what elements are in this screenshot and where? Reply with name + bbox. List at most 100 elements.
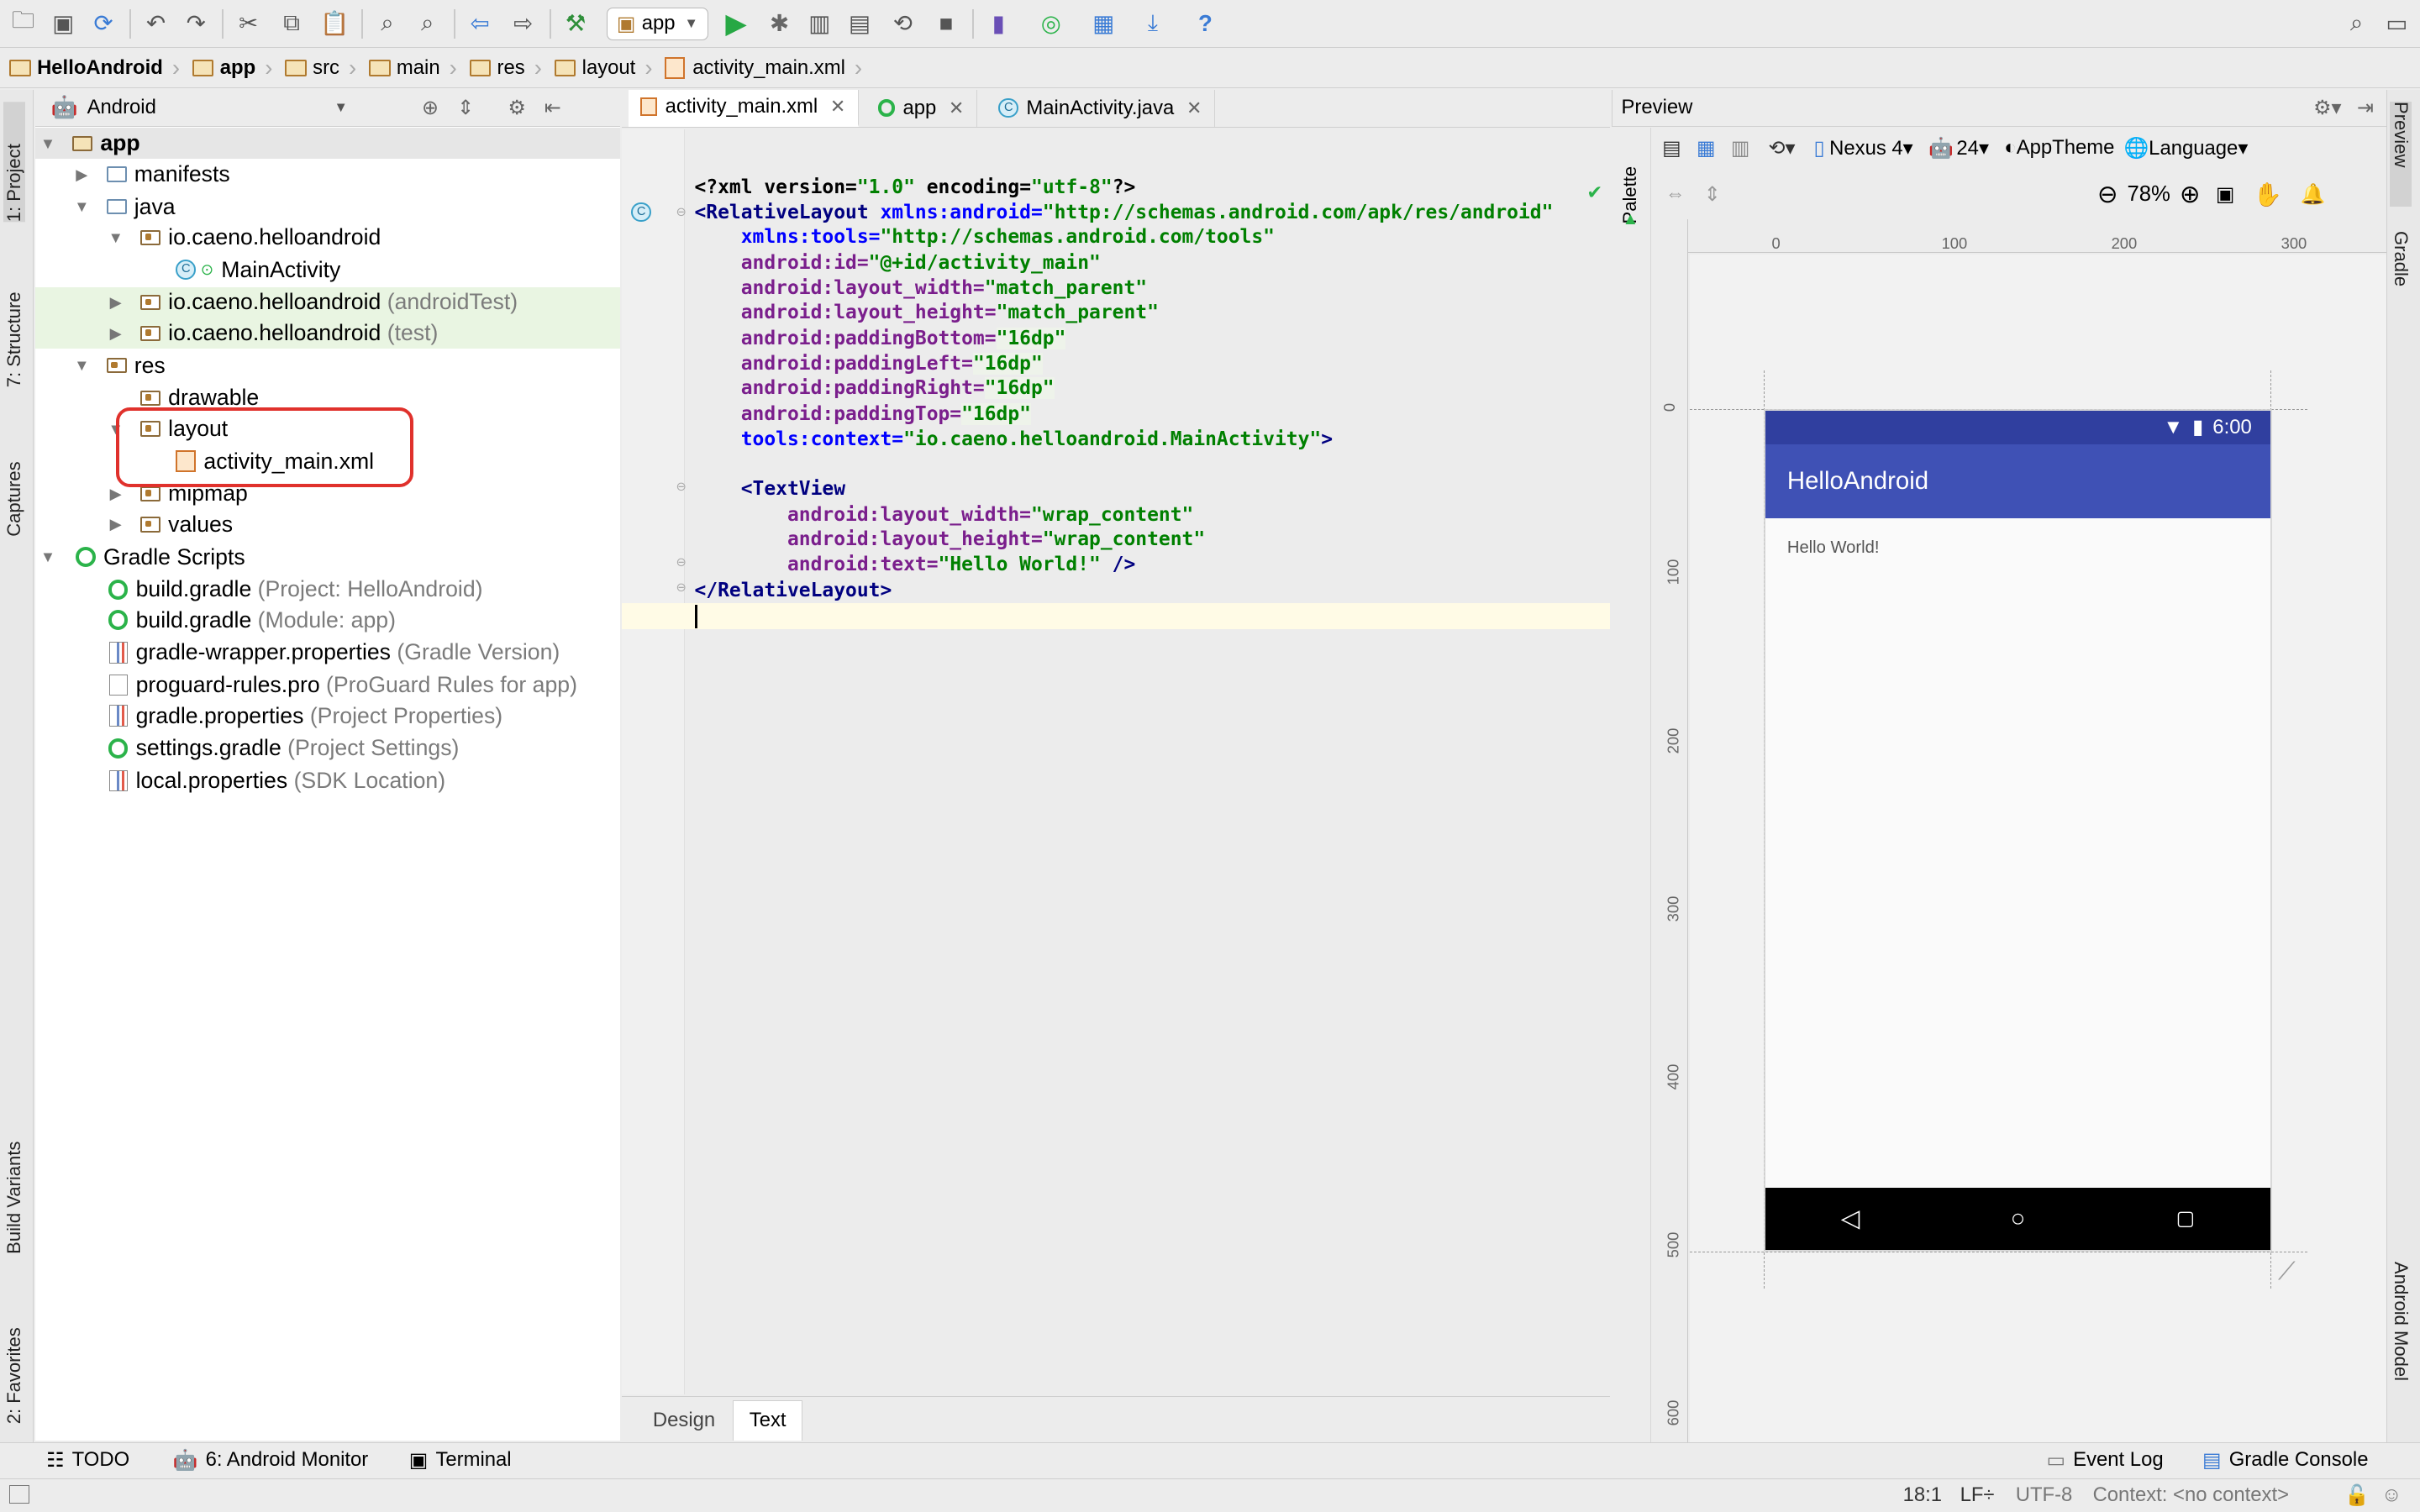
tree-item-build-gradle-module[interactable]: build.gradle (Module: app): [35, 605, 620, 636]
tab-app[interactable]: app ✕: [865, 89, 978, 127]
tree-item-values[interactable]: ▶ values: [35, 509, 620, 540]
editor-gutter[interactable]: C ⊖ ⊖ ⊖ ⊖: [622, 129, 687, 1395]
todo-button[interactable]: ☷ TODO: [46, 1448, 129, 1473]
zoom-out-icon[interactable]: ⊖: [2097, 180, 2118, 209]
gear-icon[interactable]: ⚙: [508, 96, 525, 120]
tool-tab-captures[interactable]: Captures: [3, 421, 25, 537]
sync-icon[interactable]: ⟳: [87, 6, 120, 39]
resize-handle-icon[interactable]: ⟋: [2278, 1257, 2296, 1286]
redo-icon[interactable]: ↷: [179, 6, 213, 39]
collapse-all-icon[interactable]: ⇕: [457, 96, 474, 120]
run-icon[interactable]: ▶: [719, 6, 753, 39]
search-icon[interactable]: ⌕: [2339, 6, 2373, 39]
tree-item-build-gradle-project[interactable]: build.gradle (Project: HelloAndroid): [35, 574, 620, 605]
close-icon[interactable]: ✕: [1186, 97, 1202, 119]
blueprint-icon[interactable]: ▦: [1697, 136, 1716, 160]
toggle-tool-windows-icon[interactable]: [9, 1484, 29, 1504]
bell-icon[interactable]: 🔔: [2301, 182, 2326, 207]
undo-icon[interactable]: ↶: [139, 6, 172, 39]
gradle-console-button[interactable]: ▤ Gradle Console: [2202, 1448, 2369, 1473]
tool-tab-project[interactable]: 1: Project: [3, 102, 25, 223]
tab-design[interactable]: Design: [638, 1400, 731, 1441]
caret-position[interactable]: 18:1: [1903, 1483, 1942, 1507]
stop-icon[interactable]: ■: [929, 6, 963, 39]
forward-icon[interactable]: ⇨: [506, 6, 539, 39]
attach-debugger-icon[interactable]: ▤: [843, 6, 876, 39]
replace-icon[interactable]: ⌕: [411, 6, 445, 39]
fit-height-icon[interactable]: ⇕: [1704, 182, 1721, 207]
api-level-select[interactable]: 24▾: [1956, 136, 1989, 160]
theme-select[interactable]: AppTheme: [2017, 136, 2115, 160]
tree-item-res[interactable]: ▼ res: [35, 350, 620, 381]
tab-activity-main-xml[interactable]: activity_main.xml ✕: [628, 89, 860, 127]
hello-textview[interactable]: Hello World!: [1787, 538, 1880, 558]
tool-tab-gradle[interactable]: Gradle: [2390, 231, 2412, 323]
tab-mainactivity-java[interactable]: C MainActivity.java ✕: [986, 89, 1216, 127]
hide-panel-icon[interactable]: ⇥: [2357, 96, 2374, 120]
event-log-button[interactable]: ▭ Event Log: [2046, 1448, 2163, 1473]
tree-item-package-test[interactable]: ▶ io.caeno.helloandroid (test): [35, 318, 621, 349]
breadcrumb-main[interactable]: main ›: [368, 55, 466, 81]
debug-icon[interactable]: ✱: [762, 6, 796, 39]
run-config-select[interactable]: ▣ app ▼: [606, 8, 709, 40]
language-select[interactable]: Language▾: [2149, 136, 2248, 160]
layout-toggle-icon[interactable]: ▭: [2380, 6, 2413, 39]
tree-item-manifests[interactable]: ▶ manifests: [35, 159, 620, 190]
tool-tab-build-variants[interactable]: Build Variants: [3, 1092, 25, 1254]
class-gutter-icon[interactable]: C: [631, 202, 652, 223]
avd-manager-icon[interactable]: ▮: [981, 6, 1015, 39]
breadcrumb-file[interactable]: activity_main.xml ›: [665, 55, 871, 81]
zoom-in-icon[interactable]: ⊕: [2180, 180, 2201, 209]
device-preview[interactable]: ▼ ▮ 6:00 HelloAndroid Hello World! ◁ ○ ▢: [1765, 410, 2270, 1250]
tree-item-package-androidtest[interactable]: ▶ io.caeno.helloandroid (androidTest): [35, 286, 621, 318]
cut-icon[interactable]: ✂: [232, 6, 266, 39]
breadcrumb-src[interactable]: src ›: [285, 55, 366, 81]
tree-item-package[interactable]: ▼ io.caeno.helloandroid: [35, 222, 620, 253]
lock-icon[interactable]: 🔓: [2344, 1483, 2370, 1508]
breadcrumb-res[interactable]: res ›: [469, 55, 551, 81]
line-separator[interactable]: LF÷: [1960, 1483, 1995, 1507]
close-icon[interactable]: ✕: [830, 96, 845, 118]
tree-item-gradle-scripts[interactable]: ▼ Gradle Scripts: [35, 542, 620, 573]
android-monitor-button[interactable]: 🤖 6: Android Monitor: [173, 1448, 369, 1473]
context-indicator[interactable]: Context: <no context>: [2093, 1483, 2289, 1507]
inspector-icon[interactable]: ☺: [2381, 1483, 2402, 1507]
profile-icon[interactable]: ▥: [802, 6, 836, 39]
orientation-icon[interactable]: ⟲▾: [1769, 136, 1796, 160]
device-select[interactable]: Nexus 4▾: [1829, 136, 1913, 160]
tool-tab-favorites[interactable]: 2: Favorites: [3, 1285, 25, 1424]
both-surfaces-icon[interactable]: ▥: [1731, 136, 1750, 160]
zoom-fit-icon[interactable]: ▣: [2216, 182, 2235, 207]
fit-width-icon[interactable]: ⇔: [1665, 182, 1686, 206]
tree-item-gradle-wrapper[interactable]: gradle-wrapper.properties (Gradle Versio…: [35, 638, 620, 669]
rerun-icon[interactable]: ⟲: [886, 6, 919, 39]
tree-item-app[interactable]: ▼ app: [35, 128, 621, 160]
breadcrumb-layout[interactable]: layout ›: [554, 55, 662, 81]
pan-hand-icon[interactable]: ✋: [2253, 181, 2281, 208]
close-icon[interactable]: ✕: [949, 97, 964, 119]
tree-item-java[interactable]: ▼ java: [35, 192, 620, 223]
gradle-sync-icon[interactable]: ◎: [1034, 6, 1068, 39]
tree-item-settings-gradle[interactable]: settings.gradle (Project Settings): [35, 732, 620, 764]
terminal-button[interactable]: ▣ Terminal: [409, 1448, 512, 1473]
breadcrumb-project[interactable]: HelloAndroid ›: [9, 55, 189, 81]
project-view-select[interactable]: Android: [87, 96, 334, 119]
file-encoding[interactable]: UTF-8: [2016, 1483, 2073, 1507]
project-structure-icon[interactable]: ▦: [1086, 6, 1120, 39]
help-icon[interactable]: ?: [1188, 6, 1222, 39]
scroll-from-source-icon[interactable]: ⊕: [422, 96, 439, 120]
gear-icon[interactable]: ⚙▾: [2313, 96, 2341, 120]
paste-icon[interactable]: 📋: [318, 6, 351, 39]
code-editor[interactable]: ✔ <?xml version="1.0" encoding="utf-8"?>…: [685, 129, 1609, 1394]
back-icon[interactable]: ⇦: [463, 6, 497, 39]
tool-tab-android-model[interactable]: Android Model: [2390, 1262, 2412, 1424]
hide-panel-icon[interactable]: ⇤: [544, 96, 561, 120]
design-surface-icon[interactable]: ▤: [1662, 136, 1681, 160]
open-folder-icon[interactable]: 🗀: [6, 6, 39, 39]
tree-item-gradle-properties[interactable]: gradle.properties (Project Properties): [35, 701, 620, 732]
tab-text[interactable]: Text: [733, 1399, 802, 1441]
copy-icon[interactable]: ⧉: [275, 6, 308, 39]
find-icon[interactable]: ⌕: [371, 6, 404, 39]
tool-tab-preview[interactable]: Preview: [2390, 102, 2412, 207]
tree-item-proguard[interactable]: proguard-rules.pro (ProGuard Rules for a…: [35, 669, 620, 701]
